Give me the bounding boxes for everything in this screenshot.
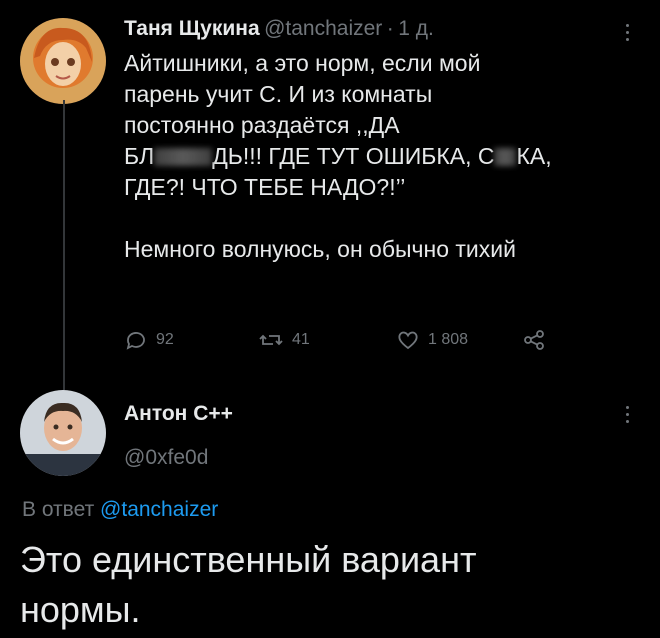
- separator: ·: [386, 17, 394, 40]
- censor-blur: [154, 148, 213, 166]
- tweet-line-4-a: БЛ: [124, 143, 155, 169]
- tweet-line-4-b: ДЬ!!! ГДЕ ТУТ ОШИБКА, С: [212, 143, 495, 169]
- reply-text-line-2: нормы.: [20, 589, 141, 630]
- reply-icon: [126, 332, 145, 350]
- tweet-line-1: Айтишники, а это норм, если мой: [124, 50, 481, 76]
- tweet-line-2: парень учит С. И из комнаты: [124, 81, 433, 107]
- heart-icon: [398, 331, 418, 350]
- like-action[interactable]: 1 808: [396, 328, 468, 352]
- retweet-icon: [259, 334, 283, 346]
- reply-author-handle[interactable]: @0xfe0d: [124, 446, 208, 470]
- tweet-line-4: БЛ ДЬ!!! ГДЕ ТУТ ОШИБКА, С КА,: [124, 141, 634, 172]
- retweet-count: 41: [292, 331, 310, 348]
- share-action[interactable]: [522, 328, 546, 352]
- reply-text-line-1: Это единственный вариант: [20, 539, 477, 580]
- tweet-line-3: постоянно раздаётся ,,ДА: [124, 112, 400, 138]
- censor-blur: [494, 148, 517, 166]
- retweet-action[interactable]: 41: [258, 328, 310, 352]
- tweet-line-6: Немного волнуюсь, он обычно тихий: [124, 236, 516, 262]
- tweet-header: Таня Щукина @tanchaizer · 1 д.: [124, 17, 434, 41]
- avatar-anton[interactable]: [20, 390, 106, 476]
- tweet-line-5: ГДЕ?! ЧТО ТЕБЕ НАДО?!’’: [124, 174, 406, 200]
- thread-line: [63, 100, 65, 392]
- like-count: 1 808: [428, 331, 469, 348]
- author-name[interactable]: Таня Щукина: [124, 17, 260, 40]
- more-options-icon[interactable]: [624, 24, 630, 41]
- reply-context-prefix: В ответ: [22, 498, 95, 521]
- reply-text: Это единственный вариант нормы.: [20, 535, 640, 635]
- reply-context: В ответ @tanchaizer: [22, 498, 218, 522]
- more-options-icon[interactable]: [624, 406, 630, 423]
- author-handle[interactable]: @tanchaizer: [264, 17, 382, 40]
- avatar-tanya[interactable]: [20, 18, 106, 104]
- tweet-text: Айтишники, а это норм, если мой парень у…: [124, 48, 634, 265]
- reply-action[interactable]: 92: [124, 328, 174, 352]
- share-icon: [524, 330, 544, 350]
- reply-count: 92: [156, 331, 174, 348]
- tweet-line-4-c: КА,: [516, 143, 552, 169]
- reply-context-handle[interactable]: @tanchaizer: [100, 498, 218, 521]
- timestamp[interactable]: 1 д.: [398, 17, 434, 40]
- reply-author-name[interactable]: Антон С++: [124, 402, 233, 426]
